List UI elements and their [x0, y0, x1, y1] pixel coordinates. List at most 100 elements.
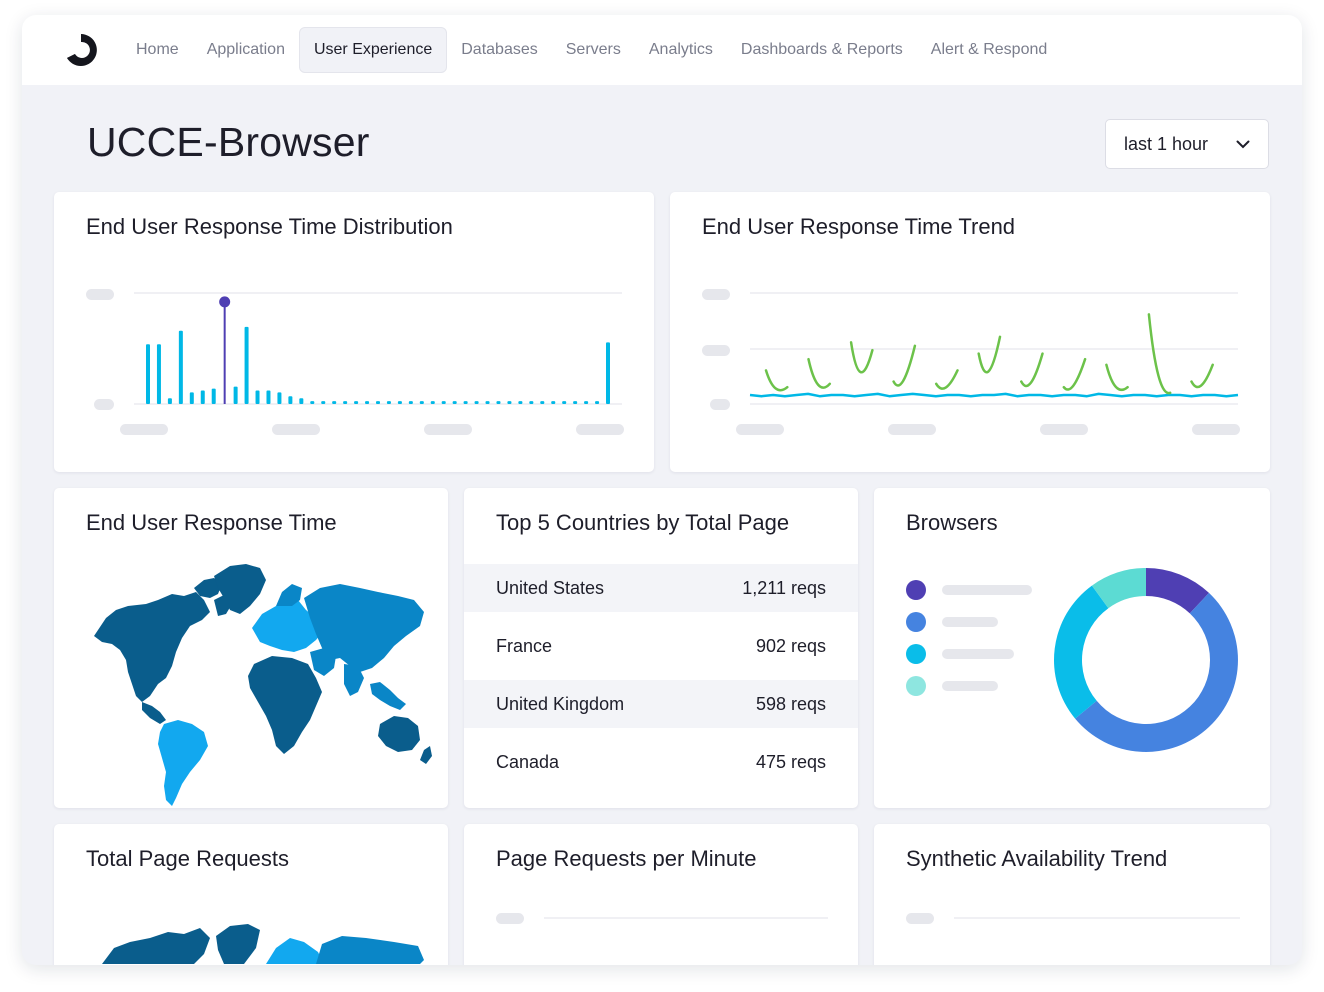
histogram-bar	[167, 398, 172, 404]
north-america	[102, 928, 210, 964]
x-tick-placeholder	[736, 424, 784, 435]
histogram-bar	[255, 390, 260, 404]
nav-item-dashboards-reports[interactable]: Dashboards & Reports	[727, 27, 917, 73]
asia	[316, 936, 424, 964]
histogram-bar	[606, 342, 610, 404]
southeast-asia	[370, 682, 406, 710]
histogram-bar	[200, 390, 205, 404]
histogram-bar	[507, 401, 512, 404]
countries-card: Top 5 Countries by Total Page United Sta…	[464, 488, 858, 808]
histogram-bar	[452, 401, 457, 404]
y-tick-placeholder	[702, 345, 730, 356]
country-name: United States	[496, 577, 605, 598]
app-window: Home Application User Experience Databas…	[22, 15, 1302, 965]
country-name: France	[496, 635, 553, 656]
trend-series-segment	[807, 357, 832, 389]
histogram-bar	[408, 401, 413, 404]
histogram-bar	[288, 396, 293, 404]
y-tick-placeholder	[702, 289, 730, 300]
histogram-bar	[463, 401, 468, 404]
histogram-bar	[146, 344, 150, 404]
time-range-value: last 1 hour	[1124, 133, 1209, 154]
y-tick-placeholder	[86, 289, 114, 300]
trend-series-segment	[849, 341, 874, 374]
top-navigation: Home Application User Experience Databas…	[22, 15, 1302, 85]
baseline-series-line	[749, 392, 1239, 398]
x-tick-placeholder	[1040, 424, 1088, 435]
x-tick-placeholder	[272, 424, 320, 435]
histogram-bar	[573, 401, 578, 404]
nav-item-servers[interactable]: Servers	[552, 27, 635, 73]
x-tick-placeholder	[120, 424, 168, 435]
highlighted-bar-marker	[219, 296, 231, 308]
per-minute-card: Page Requests per Minute	[464, 824, 858, 965]
histogram-bar	[310, 401, 315, 404]
histogram-bar	[156, 344, 161, 404]
histogram-bar	[266, 390, 271, 404]
map-card: End User Response Time	[54, 488, 448, 808]
histogram-bar	[211, 388, 216, 404]
histogram-bar	[474, 401, 479, 404]
browsers-card: Browsers	[874, 488, 1270, 808]
histogram-bar	[397, 401, 402, 404]
histogram-bar	[233, 386, 238, 404]
greenland	[216, 924, 260, 964]
trend-series-segment	[1147, 313, 1172, 395]
trend-series-segment	[892, 344, 917, 387]
brand-logo-icon[interactable]	[64, 32, 98, 68]
x-tick-placeholder	[576, 424, 624, 435]
histogram-bar	[299, 398, 304, 404]
y-tick-placeholder	[710, 399, 730, 410]
distribution-chart	[86, 289, 624, 435]
histogram-bar	[419, 401, 424, 404]
world-map	[94, 564, 432, 806]
world-map-preview	[102, 924, 424, 964]
table-row[interactable]: United States 1,211 reqs	[464, 564, 858, 612]
nav-item-analytics[interactable]: Analytics	[635, 27, 727, 73]
total-requests-card: Total Page Requests	[54, 824, 448, 965]
y-tick-placeholder	[94, 399, 114, 410]
histogram-bar	[430, 401, 435, 404]
countries-card-title: Top 5 Countries by Total Page	[496, 510, 790, 535]
donut-slice	[1075, 592, 1238, 752]
trend-card: End User Response Time Trend	[670, 192, 1270, 472]
north-america	[94, 578, 232, 702]
histogram-bar	[518, 401, 523, 404]
x-tick-placeholder	[888, 424, 936, 435]
nav-item-user-experience[interactable]: User Experience	[298, 27, 448, 73]
nav-item-databases[interactable]: Databases	[447, 27, 552, 73]
trend-chart	[702, 289, 1240, 435]
trend-series-segment	[1190, 363, 1214, 389]
table-row[interactable]: France 902 reqs	[464, 622, 858, 670]
trend-series-segment	[934, 369, 959, 390]
nav-item-home[interactable]: Home	[122, 27, 193, 73]
central-america	[142, 702, 166, 724]
africa	[248, 656, 322, 754]
histogram-bar	[244, 326, 249, 404]
histogram-bar	[529, 401, 534, 404]
histogram-bar	[551, 401, 556, 404]
trend-series-segment	[1062, 357, 1087, 391]
table-row[interactable]: Canada 475 reqs	[464, 738, 858, 786]
country-requests: 475 reqs	[755, 751, 826, 772]
histogram-bar	[178, 330, 183, 404]
histogram-bar	[343, 401, 348, 404]
nav-menu: Home Application User Experience Databas…	[122, 27, 1061, 73]
histogram-bar	[321, 401, 326, 404]
nav-item-application[interactable]: Application	[193, 27, 299, 73]
table-row[interactable]: United Kingdom 598 reqs	[464, 680, 858, 728]
histogram-bar	[496, 401, 501, 404]
south-america	[158, 720, 208, 806]
x-tick-placeholder	[1192, 424, 1240, 435]
histogram-bar	[540, 401, 545, 404]
new-zealand	[420, 746, 432, 764]
australia	[378, 716, 420, 752]
per-minute-chart	[496, 913, 828, 924]
nav-item-alert-respond[interactable]: Alert & Respond	[917, 27, 1062, 73]
europe	[266, 938, 324, 964]
y-tick-placeholder	[906, 913, 934, 924]
synthetic-chart	[906, 913, 1240, 924]
country-requests: 902 reqs	[755, 635, 826, 656]
histogram-bar	[354, 401, 359, 404]
time-range-select[interactable]: last 1 hour	[1105, 119, 1269, 169]
